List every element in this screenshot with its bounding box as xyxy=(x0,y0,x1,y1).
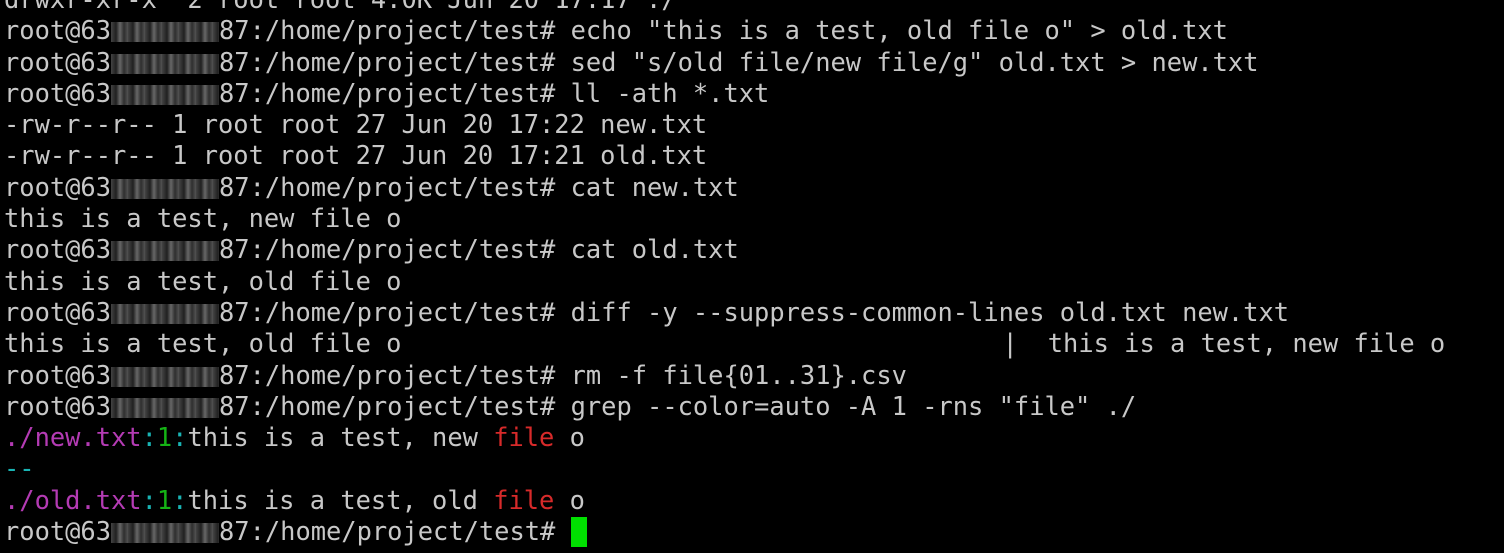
terminal-line-rm: root@63 87:/home/project/test# rm -f file… xyxy=(4,360,1504,391)
grep-text: this is a test, new xyxy=(187,422,494,453)
terminal-line-active-prompt[interactable]: root@63 87:/home/project/test# xyxy=(4,516,1504,548)
grep-filename: ./old.txt xyxy=(4,484,142,515)
prompt-path: :/home/project/test# xyxy=(249,516,571,547)
terminal-line-cat-new-output: this is a test, new file o xyxy=(4,203,1504,234)
grep-separator: : xyxy=(172,484,188,515)
file-listing-row: -rw-r--r-- 1 root root 27 Jun 20 17:21 o… xyxy=(4,140,708,171)
redacted-hostname xyxy=(111,178,220,199)
prompt-user: root@63 xyxy=(4,15,112,46)
terminal-line-ll-output-1: -rw-r--r-- 1 root root 27 Jun 20 17:22 n… xyxy=(4,109,1504,140)
grep-match: file xyxy=(493,422,555,453)
terminal-output: drwxr-xr-x 2 root root 4.0K Jun 20 17:17… xyxy=(4,0,1504,548)
prompt-path: :/home/project/test# xyxy=(249,46,571,77)
terminal-line-partial: drwxr-xr-x 2 root root 4.0K Jun 20 17:17… xyxy=(4,0,1504,15)
command-text: grep --color=auto -A 1 -rns "file" ./ xyxy=(570,390,1137,421)
prompt-user: root@63 xyxy=(4,77,112,108)
prompt-host-suffix: 87 xyxy=(219,390,250,421)
file-content: this is a test, old file o xyxy=(4,265,402,296)
grep-match: file xyxy=(493,484,555,515)
terminal-line-sed: root@63 87:/home/project/test# sed "s/old… xyxy=(4,47,1504,78)
grep-line-number: 1 xyxy=(156,484,173,515)
prompt-user: root@63 xyxy=(4,171,112,202)
prompt-user: root@63 xyxy=(4,390,112,421)
terminal-line-diff: root@63 87:/home/project/test# diff -y --… xyxy=(4,297,1504,328)
grep-text: o xyxy=(554,484,585,515)
prompt-path: :/home/project/test# xyxy=(249,171,571,202)
prompt-host-suffix: 87 xyxy=(219,234,250,265)
redacted-hostname xyxy=(111,241,220,262)
grep-group-separator: -- xyxy=(4,453,35,484)
command-text: ll -ath *.txt xyxy=(570,77,770,108)
prompt-path: :/home/project/test# xyxy=(249,15,571,46)
prompt-user: root@63 xyxy=(4,296,112,327)
terminal-line-cat-old-output: this is a test, old file o xyxy=(4,266,1504,297)
redacted-hostname xyxy=(111,303,220,324)
file-listing-row: -rw-r--r-- 1 root root 27 Jun 20 17:22 n… xyxy=(4,109,708,140)
prompt-path: :/home/project/test# xyxy=(249,296,571,327)
terminal-line-echo: root@63 87:/home/project/test# echo "this… xyxy=(4,15,1504,46)
grep-separator: : xyxy=(141,484,157,515)
prompt-path: :/home/project/test# xyxy=(249,77,571,108)
prompt-user: root@63 xyxy=(4,516,112,547)
prompt-user: root@63 xyxy=(4,46,112,77)
command-text: cat old.txt xyxy=(570,234,739,265)
redacted-hostname xyxy=(111,397,220,418)
command-text: echo "this is a test, old file o" > old.… xyxy=(570,15,1228,46)
terminal-line-grep: root@63 87:/home/project/test# grep --col… xyxy=(4,391,1504,422)
command-text: cat new.txt xyxy=(570,171,739,202)
grep-group-separator-line: -- xyxy=(4,453,1504,484)
prompt-host-suffix: 87 xyxy=(219,77,250,108)
grep-text: o xyxy=(554,422,585,453)
diff-divider: | xyxy=(1002,328,1018,359)
partial-listing-text: drwxr-xr-x 2 root root 4.0K Jun 20 17:17… xyxy=(4,0,677,14)
terminal-line-diff-output: this is a test, old file o | this is a tes… xyxy=(4,328,1504,359)
prompt-path: :/home/project/test# xyxy=(249,390,571,421)
prompt-host-suffix: 87 xyxy=(219,516,250,547)
grep-line-number: 1 xyxy=(156,422,173,453)
grep-text: this is a test, old xyxy=(187,484,494,515)
command-text: rm -f file{01..31}.csv xyxy=(570,359,907,390)
command-text: sed "s/old file/new file/g" old.txt > ne… xyxy=(570,46,1259,77)
prompt-path: :/home/project/test# xyxy=(249,234,571,265)
prompt-host-suffix: 87 xyxy=(219,15,250,46)
prompt-user: root@63 xyxy=(4,359,112,390)
grep-separator: : xyxy=(141,422,157,453)
grep-result-line: ./new.txt:1:this is a test, new file o xyxy=(4,422,1504,453)
terminal-line-cat-new: root@63 87:/home/project/test# cat new.tx… xyxy=(4,172,1504,203)
redacted-hostname xyxy=(111,523,220,544)
grep-result-line: ./old.txt:1:this is a test, old file o xyxy=(4,485,1504,516)
prompt-host-suffix: 87 xyxy=(219,296,250,327)
diff-right-text: this is a test, new file o xyxy=(1047,328,1446,359)
redacted-hostname xyxy=(111,84,220,105)
prompt-host-suffix: 87 xyxy=(219,171,250,202)
grep-separator: : xyxy=(172,422,188,453)
redacted-hostname xyxy=(111,366,220,387)
diff-left-text: this is a test, old file o xyxy=(4,328,402,359)
terminal-cursor[interactable] xyxy=(570,517,587,548)
prompt-user: root@63 xyxy=(4,234,112,265)
prompt-path: :/home/project/test# xyxy=(249,359,571,390)
file-content: this is a test, new file o xyxy=(4,203,402,234)
terminal-line-cat-old: root@63 87:/home/project/test# cat old.tx… xyxy=(4,234,1504,265)
prompt-host-suffix: 87 xyxy=(219,46,250,77)
terminal-window[interactable]: drwxr-xr-x 2 root root 4.0K Jun 20 17:17… xyxy=(0,0,1504,553)
command-text: diff -y --suppress-common-lines old.txt … xyxy=(570,296,1290,327)
grep-filename: ./new.txt xyxy=(4,422,142,453)
terminal-line-ll-output-2: -rw-r--r-- 1 root root 27 Jun 20 17:21 o… xyxy=(4,140,1504,171)
prompt-host-suffix: 87 xyxy=(219,359,250,390)
redacted-hostname xyxy=(111,22,220,43)
redacted-hostname xyxy=(111,53,220,74)
terminal-line-ll: root@63 87:/home/project/test# ll -ath *.… xyxy=(4,78,1504,109)
